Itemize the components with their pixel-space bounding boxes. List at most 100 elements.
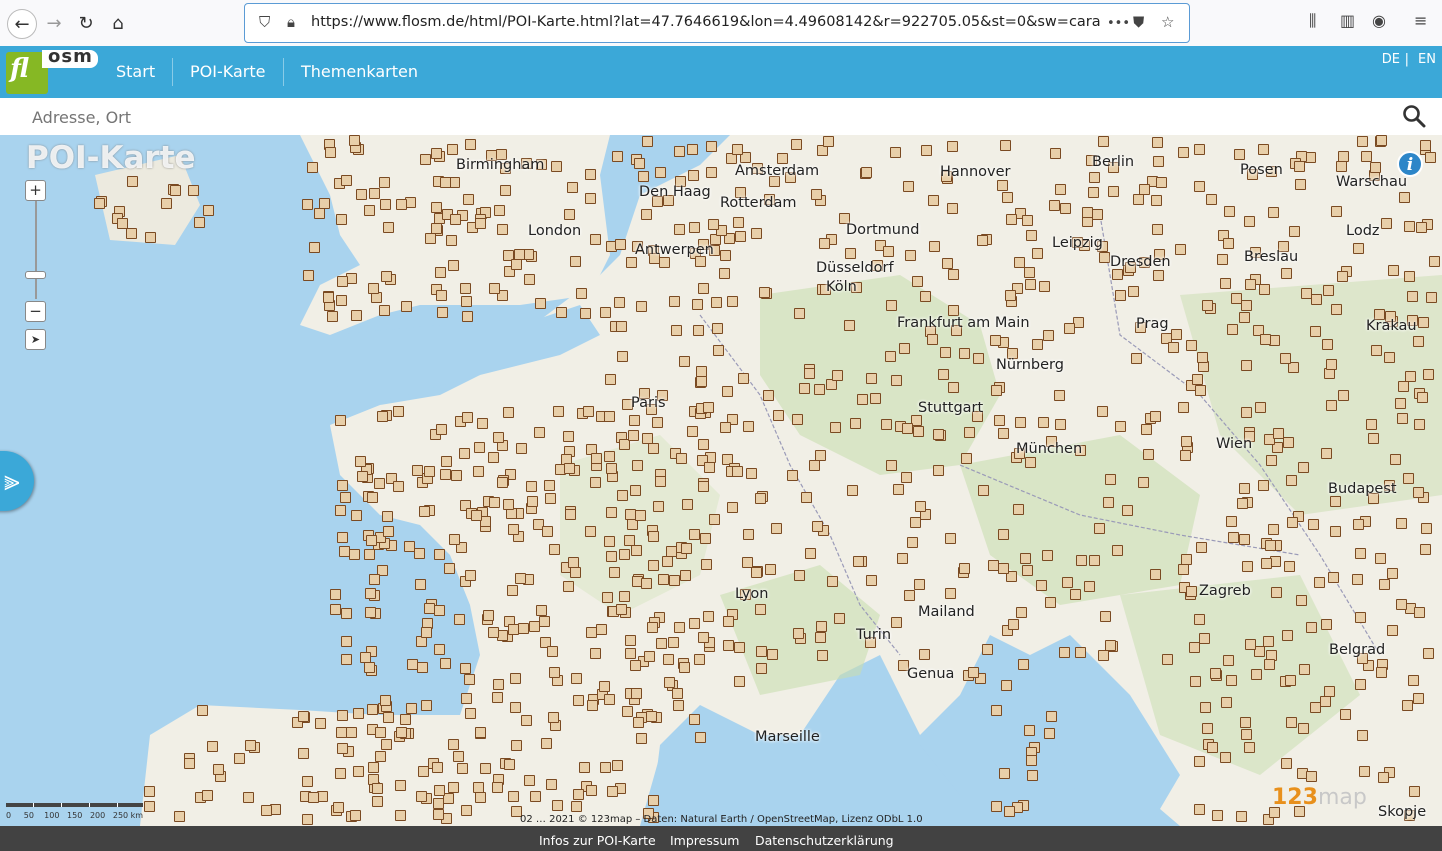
caravan-icon[interactable] (521, 715, 532, 726)
caravan-icon[interactable] (701, 559, 712, 570)
caravan-icon[interactable] (526, 481, 537, 492)
caravan-icon[interactable] (365, 607, 376, 618)
caravan-icon[interactable] (1387, 568, 1398, 579)
caravan-icon[interactable] (548, 712, 559, 723)
caravan-icon[interactable] (355, 456, 366, 467)
caravan-icon[interactable] (1417, 392, 1428, 403)
caravan-icon[interactable] (1306, 771, 1317, 782)
caravan-icon[interactable] (791, 139, 802, 150)
caravan-icon[interactable] (1045, 597, 1056, 608)
caravan-icon[interactable] (461, 693, 472, 704)
caravan-icon[interactable] (733, 217, 744, 228)
caravan-icon[interactable] (261, 805, 272, 816)
caravan-icon[interactable] (1044, 728, 1055, 739)
caravan-icon[interactable] (692, 299, 703, 310)
caravan-icon[interactable] (628, 430, 639, 441)
caravan-icon[interactable] (642, 433, 653, 444)
caravan-icon[interactable] (694, 654, 705, 665)
lang-de-link[interactable]: DE (1382, 52, 1400, 67)
caravan-icon[interactable] (615, 239, 626, 250)
menu-poi-karte[interactable]: POI-Karte (190, 62, 265, 81)
caravan-icon[interactable] (1414, 607, 1425, 618)
caravan-icon[interactable] (1143, 449, 1154, 460)
caravan-icon[interactable] (515, 573, 526, 584)
caravan-icon[interactable] (436, 290, 447, 301)
caravan-icon[interactable] (415, 579, 426, 590)
caravan-icon[interactable] (393, 481, 404, 492)
caravan-icon[interactable] (434, 605, 445, 616)
caravan-icon[interactable] (421, 627, 432, 638)
caravan-icon[interactable] (144, 786, 155, 797)
caravan-icon[interactable] (497, 477, 508, 488)
caravan-icon[interactable] (1228, 532, 1239, 543)
caravan-icon[interactable] (638, 171, 649, 182)
caravan-icon[interactable] (1371, 345, 1382, 356)
caravan-icon[interactable] (534, 427, 545, 438)
caravan-icon[interactable] (732, 466, 743, 477)
back-button[interactable]: ← (7, 9, 37, 39)
caravan-icon[interactable] (997, 180, 1008, 191)
caravan-icon[interactable] (1259, 284, 1270, 295)
caravan-icon[interactable] (571, 673, 582, 684)
caravan-icon[interactable] (465, 708, 476, 719)
caravan-icon[interactable] (341, 654, 352, 665)
caravan-icon[interactable] (1357, 136, 1368, 147)
caravan-icon[interactable] (395, 810, 406, 821)
caravan-icon[interactable] (337, 276, 348, 287)
caravan-icon[interactable] (1237, 498, 1248, 509)
caravan-icon[interactable] (1194, 181, 1205, 192)
caravan-icon[interactable] (431, 202, 442, 213)
caravan-icon[interactable] (1199, 633, 1210, 644)
caravan-icon[interactable] (314, 208, 325, 219)
caravan-icon[interactable] (243, 792, 254, 803)
caravan-icon[interactable] (1295, 179, 1306, 190)
caravan-icon[interactable] (507, 585, 518, 596)
caravan-icon[interactable] (1024, 267, 1035, 278)
caravan-icon[interactable] (1407, 291, 1418, 302)
caravan-icon[interactable] (809, 460, 820, 471)
caravan-icon[interactable] (631, 688, 642, 699)
caravan-icon[interactable] (1241, 360, 1252, 371)
caravan-icon[interactable] (440, 177, 451, 188)
caravan-icon[interactable] (473, 466, 484, 477)
caravan-icon[interactable] (899, 343, 910, 354)
caravan-icon[interactable] (336, 295, 347, 306)
caravan-icon[interactable] (1387, 625, 1398, 636)
caravan-icon[interactable] (706, 141, 717, 152)
caravan-icon[interactable] (551, 161, 562, 172)
caravan-icon[interactable] (673, 700, 684, 711)
caravan-icon[interactable] (346, 727, 357, 738)
caravan-icon[interactable] (565, 509, 576, 520)
caravan-icon[interactable] (544, 480, 555, 491)
caravan-icon[interactable] (633, 717, 644, 728)
caravan-icon[interactable] (1268, 207, 1279, 218)
caravan-icon[interactable] (668, 637, 679, 648)
caravan-icon[interactable] (706, 167, 717, 178)
caravan-icon[interactable] (612, 151, 623, 162)
caravan-icon[interactable] (1384, 352, 1395, 363)
caravan-icon[interactable] (812, 521, 823, 532)
caravan-icon[interactable] (1268, 524, 1279, 535)
caravan-icon[interactable] (463, 194, 474, 205)
caravan-icon[interactable] (365, 588, 376, 599)
caravan-icon[interactable] (1122, 505, 1133, 516)
caravan-icon[interactable] (738, 373, 749, 384)
caravan-icon[interactable] (1355, 612, 1366, 623)
caravan-icon[interactable] (672, 688, 683, 699)
caravan-icon[interactable] (711, 297, 722, 308)
caravan-icon[interactable] (1284, 561, 1295, 572)
caravan-icon[interactable] (801, 492, 812, 503)
bookmark-star-icon[interactable]: ☆ (1161, 13, 1174, 31)
caravan-icon[interactable] (590, 234, 601, 245)
caravan-icon[interactable] (459, 448, 470, 459)
caravan-icon[interactable] (635, 510, 646, 521)
caravan-icon[interactable] (687, 426, 698, 437)
caravan-icon[interactable] (1418, 317, 1429, 328)
caravan-icon[interactable] (337, 710, 348, 721)
caravan-icon[interactable] (1310, 326, 1321, 337)
caravan-icon[interactable] (819, 238, 830, 249)
caravan-icon[interactable] (964, 427, 975, 438)
caravan-icon[interactable] (417, 662, 428, 673)
caravan-icon[interactable] (508, 791, 519, 802)
footer-link-impressum[interactable]: Impressum (670, 833, 739, 848)
